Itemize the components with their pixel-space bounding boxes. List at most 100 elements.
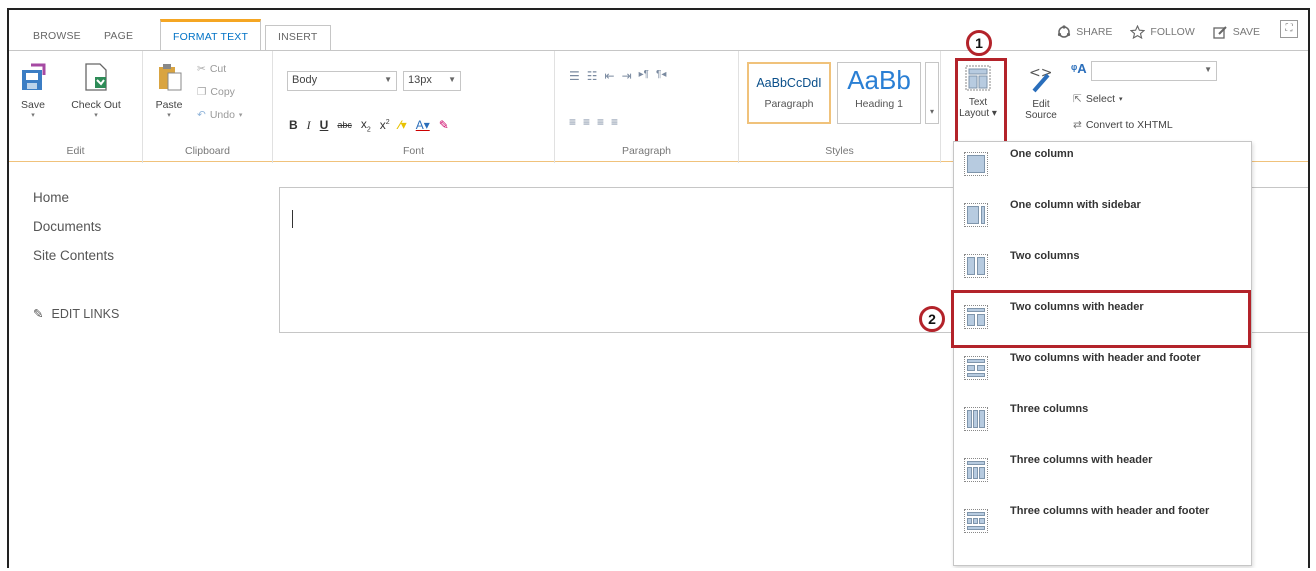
highlight-color-icon[interactable]: ⁄▾ — [399, 118, 407, 132]
two-columns-header-footer-icon — [964, 356, 988, 380]
font-style-value: Body — [292, 74, 318, 86]
select-button[interactable]: ⇱ Select ▾ — [1073, 93, 1123, 105]
decrease-indent-icon[interactable]: ⇤ — [605, 69, 615, 83]
nav-item-site-contents[interactable]: Site Contents — [33, 248, 114, 263]
check-out-button[interactable]: Check Out ▾ — [63, 61, 129, 119]
nav-item-documents[interactable]: Documents — [33, 219, 114, 234]
nav-item-home[interactable]: Home — [33, 190, 114, 205]
layout-option-two-columns-header-footer[interactable]: Two columns with header and footer — [954, 346, 1251, 397]
code-edit-icon: <> — [1026, 63, 1056, 93]
subscript-icon[interactable]: x2 — [361, 117, 371, 133]
group-label-font: Font — [402, 145, 424, 157]
annotation-box-two-columns-header — [951, 290, 1251, 348]
increase-indent-icon[interactable]: ⇥ — [622, 69, 632, 83]
edit-links-button[interactable]: ✎ EDIT LINKS — [33, 306, 119, 322]
layout-option-three-columns[interactable]: Three columns — [954, 397, 1251, 448]
check-out-icon — [80, 61, 112, 93]
style-heading-1[interactable]: AaBb Heading 1 — [837, 62, 921, 124]
paragraph-style-label: Paragraph — [764, 98, 814, 110]
paragraph-preview: AaBbCcDdI — [756, 76, 822, 90]
font-style-select[interactable]: Body ▼ — [287, 71, 397, 91]
star-icon — [1130, 25, 1146, 39]
ltr-icon[interactable]: ▸¶ — [639, 69, 649, 83]
group-label-styles: Styles — [825, 145, 854, 157]
font-size-select[interactable]: 13px ▼ — [403, 71, 461, 91]
tab-insert[interactable]: INSERT — [265, 25, 331, 50]
italic-icon[interactable]: I — [307, 118, 311, 133]
svg-text:<>: <> — [1029, 65, 1052, 81]
superscript-icon[interactable]: x2 — [380, 118, 390, 132]
share-icon — [1058, 25, 1071, 38]
cut-button[interactable]: ✂ Cut — [197, 63, 226, 75]
paste-button[interactable]: Paste ▾ — [151, 61, 187, 119]
underline-icon[interactable]: U — [320, 118, 329, 132]
tab-format-text[interactable]: FORMAT TEXT — [160, 19, 262, 50]
bullet-list-icon[interactable]: ☰ — [569, 69, 580, 83]
three-columns-header-icon — [964, 458, 988, 482]
paste-icon — [153, 61, 185, 93]
styles-scroll-button[interactable]: ▾ — [925, 62, 939, 124]
undo-button[interactable]: ↶ Undo ▾ — [197, 109, 242, 121]
ribbon-group-paragraph: ☰ ☷ ⇤ ⇥ ▸¶ ¶◂ ≡ ≡ ≡ ≡ Paragraph — [555, 51, 739, 163]
language-icon[interactable]: ᵠA — [1071, 61, 1087, 76]
style-paragraph[interactable]: AaBbCcDdI Paragraph — [747, 62, 831, 124]
save-page-button[interactable]: SAVE — [1213, 25, 1260, 39]
align-center-icon[interactable]: ≡ — [583, 115, 590, 129]
layout-option-three-columns-header-footer[interactable]: Three columns with header and footer — [954, 499, 1251, 550]
undo-label: Undo — [209, 109, 235, 121]
group-label-clipboard: Clipboard — [185, 145, 230, 157]
convert-label: Convert to XHTML — [1085, 119, 1173, 131]
focus-icon: ⛶ — [1285, 23, 1293, 34]
undo-icon: ↶ — [197, 109, 206, 121]
font-color-icon[interactable]: A▾ — [416, 118, 430, 132]
ribbon-group-font: Body ▼ 13px ▼ B I U abc x2 x2 ⁄▾ A▾ ✎ Fo… — [273, 51, 555, 163]
text-layout-dropdown: One column One column with sidebar Two c… — [953, 141, 1252, 566]
edit-source-button[interactable]: <> Edit Source — [1021, 63, 1061, 121]
save-icon — [17, 61, 49, 93]
chevron-down-icon: ▼ — [448, 75, 456, 84]
list-toolbar: ☰ ☷ ⇤ ⇥ ▸¶ ¶◂ — [569, 69, 666, 83]
focus-on-content-button[interactable]: ⛶ — [1280, 20, 1298, 38]
bold-icon[interactable]: B — [289, 118, 298, 132]
tab-browse[interactable]: BROWSE — [21, 25, 93, 50]
annotation-marker-1: 1 — [966, 30, 992, 56]
heading-preview: AaBb — [847, 65, 911, 95]
save-button[interactable]: Save ▾ — [15, 61, 51, 119]
markup-styles-select[interactable]: ▼ — [1091, 61, 1217, 81]
clear-format-icon[interactable]: ✎ — [439, 118, 449, 132]
align-right-icon[interactable]: ≡ — [597, 115, 604, 129]
share-button[interactable]: SHARE — [1057, 25, 1112, 39]
paste-label: Paste — [155, 99, 183, 111]
rtl-icon[interactable]: ¶◂ — [656, 69, 666, 83]
edit-source-label-1: Edit — [1032, 99, 1050, 110]
align-left-icon[interactable]: ≡ — [569, 115, 576, 129]
copy-icon: ❐ — [197, 86, 207, 98]
font-size-value: 13px — [408, 74, 432, 86]
check-out-label: Check Out — [71, 99, 121, 111]
scissors-icon: ✂ — [197, 63, 206, 75]
left-nav: Home Documents Site Contents — [33, 190, 114, 277]
layout-option-one-column-sidebar[interactable]: One column with sidebar — [954, 193, 1251, 244]
cut-label: Cut — [209, 63, 227, 75]
annotation-marker-2: 2 — [919, 306, 945, 332]
save-label: Save — [21, 99, 45, 111]
follow-label: FOLLOW — [1150, 26, 1195, 38]
ribbon-group-clipboard: Paste ▾ ✂ Cut ❐ Copy ↶ Undo ▾ Clipboard — [143, 51, 273, 163]
select-label: Select — [1085, 93, 1115, 105]
heading-style-label: Heading 1 — [855, 98, 903, 110]
strikethrough-icon[interactable]: abc — [337, 120, 352, 130]
justify-icon[interactable]: ≡ — [611, 115, 618, 129]
share-label: SHARE — [1076, 26, 1113, 38]
layout-option-two-columns[interactable]: Two columns — [954, 244, 1251, 295]
tab-page[interactable]: PAGE — [92, 25, 145, 50]
numbered-list-icon[interactable]: ☷ — [587, 69, 598, 83]
follow-button[interactable]: FOLLOW — [1130, 25, 1195, 39]
layout-option-one-column[interactable]: One column — [954, 142, 1251, 193]
convert-xhtml-button[interactable]: ⇄ Convert to XHTML — [1073, 119, 1173, 131]
copy-button[interactable]: ❐ Copy — [197, 86, 235, 98]
group-label-paragraph: Paragraph — [621, 145, 672, 157]
layout-option-three-columns-header[interactable]: Three columns with header — [954, 448, 1251, 499]
cursor-icon: ⇱ — [1073, 93, 1082, 105]
save-label: SAVE — [1232, 26, 1260, 38]
copy-label: Copy — [210, 86, 235, 98]
